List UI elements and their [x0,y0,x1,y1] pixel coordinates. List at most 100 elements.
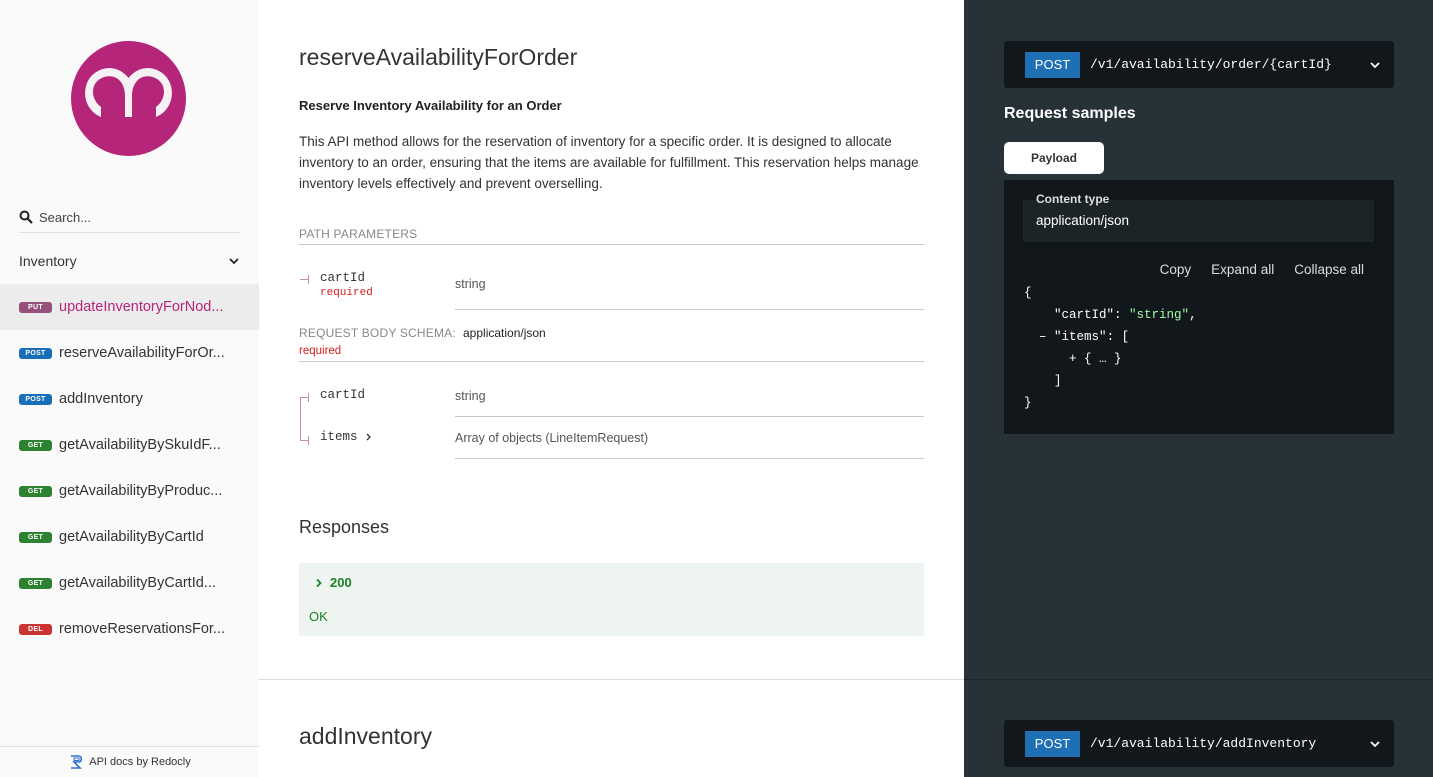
request-body-heading: REQUEST BODY SCHEMA: [299,326,456,340]
sidebar: Inventory PUT updateInventoryForNod... P… [0,0,259,777]
method-badge-get: GET [19,531,52,543]
next-operation-title: addInventory [299,723,432,749]
method-badge-put: PUT [19,301,52,313]
request-samples-heading: Request samples [1004,105,1136,122]
endpoint-path: /v1/availability/addInventory [1090,736,1317,751]
search-input[interactable] [39,209,229,225]
json-close-brace: } [1024,396,1032,410]
divider [455,416,924,417]
divider [455,458,924,459]
search-bar [19,206,240,233]
sidebar-item-label: reserveAvailabilityForOr... [59,345,225,361]
body-param-name: items [320,430,358,444]
required-label: required [320,287,373,299]
sidebar-item-addInventory[interactable]: POST addInventory [0,376,259,422]
nav-group-label: Inventory [19,253,77,269]
brand-logo[interactable] [71,41,186,156]
endpoint-selector-next[interactable]: POST /v1/availability/addInventory [1004,720,1394,767]
collapse-all-button[interactable]: Collapse all [1294,262,1364,277]
sample-panel: Content type application/json Copy Expan… [1004,180,1394,434]
chevron-right-icon [366,433,371,441]
body-param-name: cartId [320,388,366,402]
endpoint-selector[interactable]: POST /v1/availability/order/{cartId} [1004,41,1394,88]
samples-panel: POST /v1/availability/order/{cartId} Req… [964,0,1433,777]
footer-label: API docs by Redocly [89,756,191,768]
section-separator [259,679,964,680]
responses-heading: Responses [299,517,390,537]
content-type-value: application/json [1036,213,1130,228]
divider [455,309,924,310]
tree-connector [308,393,309,402]
endpoint-path: /v1/availability/order/{cartId} [1090,57,1332,72]
body-param-type: string [455,389,486,403]
tree-connector [300,397,308,398]
json-sample: { "cartId": "string", – "items": [ + { …… [1024,286,1197,410]
divider [299,361,924,362]
response-description: OK [309,609,328,624]
copy-button[interactable]: Copy [1160,262,1192,277]
sidebar-item-label: getAvailabilityByCartId... [59,575,216,591]
path-param-type: string [455,277,486,291]
method-badge-post: POST [19,393,52,405]
tree-connector [300,397,301,441]
redocly-logo-icon [71,755,83,769]
sidebar-item-label: getAvailabilityBySkuIdF... [59,437,221,453]
items-expand-toggle[interactable]: items [320,430,374,444]
json-close-bracket: ] [1054,374,1062,388]
sidebar-item-reserveAvailabilityForOrder[interactable]: POST reserveAvailabilityForOr... [0,330,259,376]
sidebar-item-getAvailabilityByCartId[interactable]: GET getAvailabilityByCartId [0,514,259,560]
expand-toggle[interactable]: + [1069,352,1077,366]
tree-connector [308,275,309,284]
sidebar-item-getAvailabilityBySkuId[interactable]: GET getAvailabilityBySkuIdF... [0,422,259,468]
json-key: "items" [1054,330,1107,344]
sidebar-item-updateInventoryForNode[interactable]: PUT updateInventoryForNod... [0,284,259,330]
method-badge-del: DEL [19,623,52,635]
required-label: required [299,345,342,357]
chevron-down-icon [1370,61,1380,68]
json-key: "cartId" [1054,308,1115,322]
response-200[interactable]: 200 OK [299,563,924,636]
sidebar-item-getAvailabilityByCartId-2[interactable]: GET getAvailabilityByCartId... [0,560,259,606]
operation-summary: Reserve Inventory Availability for an Or… [299,98,562,113]
sidebar-item-label: getAvailabilityByCartId [59,529,204,545]
http-method-badge: POST [1025,730,1080,757]
body-param-type: Array of objects (LineItemRequest) [455,431,649,445]
sidebar-item-getAvailabilityByProduct[interactable]: GET getAvailabilityByProduc... [0,468,259,514]
search-icon [19,210,33,224]
response-code: 200 [314,575,352,590]
tab-payload[interactable]: Payload [1004,142,1104,174]
tree-connector [308,436,309,445]
redocly-footer-link[interactable]: API docs by Redocly [0,746,259,777]
json-collapsed-object[interactable]: { … } [1084,352,1122,366]
expand-all-button[interactable]: Expand all [1211,262,1274,277]
tree-connector [300,440,308,441]
chevron-down-icon [1370,740,1380,747]
request-body-content-type: application/json [463,326,546,340]
json-string-value: "string" [1129,308,1190,322]
divider [299,244,924,245]
operation-title: reserveAvailabilityForOrder [299,44,578,70]
method-badge-post: POST [19,347,52,359]
json-open-brace: { [1024,286,1032,300]
method-badge-get: GET [19,577,52,589]
method-badge-get: GET [19,439,52,451]
sidebar-item-removeReservations[interactable]: DEL removeReservationsFor... [0,606,259,652]
logo-mark-icon [85,68,172,117]
tree-connector [300,279,308,280]
sidebar-item-label: getAvailabilityByProduc... [59,483,223,499]
chevron-down-icon [229,258,239,265]
sidebar-item-label: addInventory [59,391,143,407]
path-parameters-heading: PATH PARAMETERS [299,227,418,241]
collapse-toggle[interactable]: – [1039,330,1047,344]
operation-content: reserveAvailabilityForOrder Reserve Inve… [259,0,964,777]
sidebar-nav: PUT updateInventoryForNod... POST reserv… [0,284,259,652]
sidebar-item-label: updateInventoryForNod... [59,299,224,315]
method-badge-get: GET [19,485,52,497]
nav-group-inventory[interactable]: Inventory [19,249,240,273]
chevron-right-icon [316,578,322,587]
sample-actions: Copy Expand all Collapse all [1160,262,1364,277]
response-status: 200 [330,575,352,590]
sidebar-item-label: removeReservationsFor... [59,621,226,637]
content-type-label: Content type [1036,192,1110,206]
http-method-badge: POST [1025,51,1080,78]
